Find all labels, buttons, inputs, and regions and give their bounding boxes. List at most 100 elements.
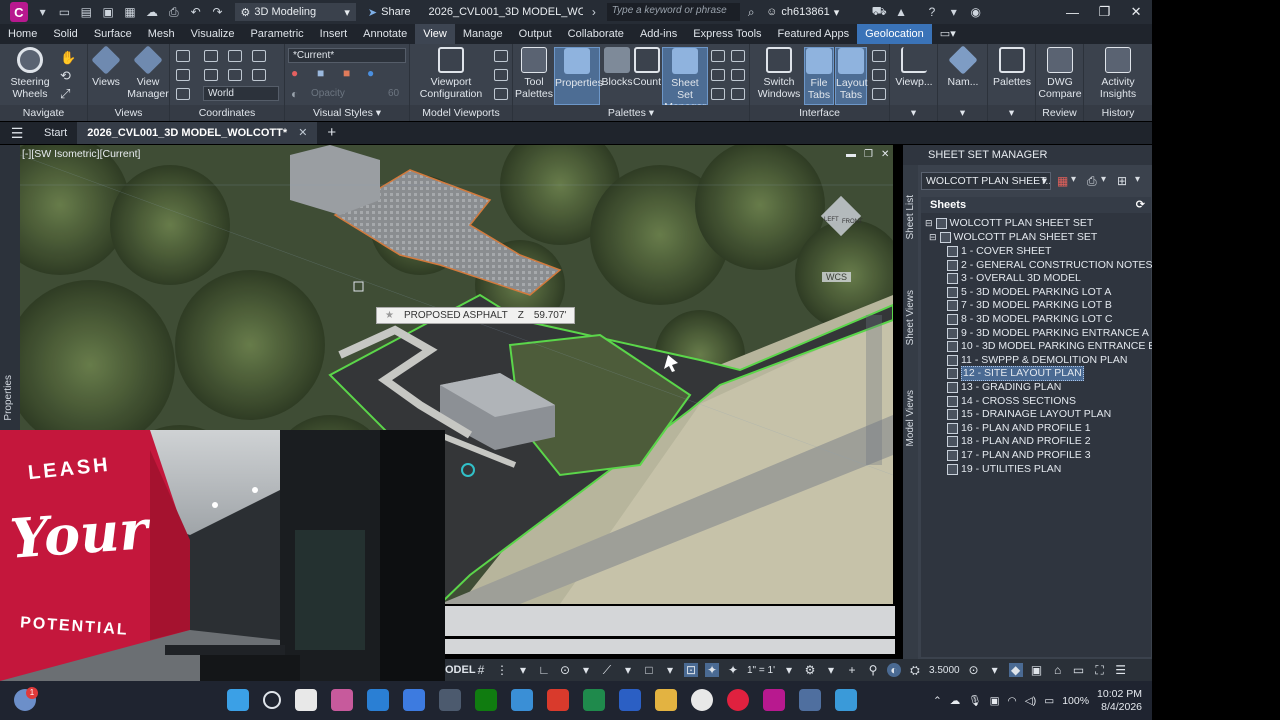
tile-vertical-icon[interactable] [872,69,886,81]
tab-view[interactable]: View [415,24,455,44]
viewpoint-button[interactable]: Viewp... [892,47,936,88]
meld-icon[interactable] [799,689,821,711]
calculator-icon[interactable] [711,88,725,100]
new-tab-button[interactable]: + [317,122,346,144]
tab-visualize[interactable]: Visualize [183,24,243,44]
properties-tab[interactable]: Properties [3,375,14,421]
layers-icon[interactable] [731,50,745,62]
views-button[interactable]: Views [90,45,122,88]
cascade-icon[interactable] [872,88,886,100]
home-icon[interactable]: ⌂ [1051,663,1065,677]
chevron-down-icon[interactable]: ▾ [663,663,677,677]
sheet-item[interactable]: 16 - PLAN AND PROFILE 1 [947,422,1091,435]
tab-add-ins[interactable]: Add-ins [632,24,685,44]
command-line-icon[interactable] [731,88,745,100]
named-viewports-icon[interactable] [494,50,508,62]
chevron-down-icon[interactable]: ▾ [621,663,635,677]
snap-icon[interactable]: ⋮ [495,663,509,677]
isodraft-icon[interactable]: ⟋ [600,663,614,677]
restore-viewports-icon[interactable] [494,88,508,100]
steering-wheels-button[interactable]: Steering Wheels [4,47,56,100]
collapse-icon[interactable]: ⊟ [925,217,933,230]
tab-model-views[interactable]: Model Views [905,390,916,447]
word-icon[interactable] [619,689,641,711]
sheet-item[interactable]: 15 - DRAINAGE LAYOUT PLAN [947,408,1111,421]
user-account[interactable]: ☺ ch613861 ▾ [766,6,839,19]
sheet-item[interactable]: 5 - 3D MODEL PARKING LOT A [947,286,1111,299]
tab-home[interactable]: Home [0,24,45,44]
command-line-input[interactable] [445,639,895,654]
blocks-button[interactable]: Blocks [601,47,633,88]
sheet-item[interactable]: 17 - PLAN AND PROFILE 3 [947,449,1091,462]
ucs-origin-icon[interactable] [204,50,218,62]
tab-mesh[interactable]: Mesh [140,24,183,44]
sheet-item[interactable]: 10 - 3D MODEL PARKING ENTRANCE B [947,340,1155,353]
grid-icon[interactable]: # [474,663,488,677]
collapse-icon[interactable]: ⊟ [929,231,937,244]
battery-icon[interactable]: ▭ [1044,695,1054,707]
tab-solid[interactable]: Solid [45,24,85,44]
volume-icon[interactable]: ◁) [1025,695,1037,707]
print-icon[interactable]: ⎙ [166,4,182,20]
pan-icon[interactable]: ✋ [60,50,76,66]
xbox-icon[interactable] [475,689,497,711]
chevron-down-icon[interactable]: ▾ [1101,174,1106,185]
clean-screen-icon[interactable]: ⛶ [1093,663,1107,677]
tab-manage[interactable]: Manage [455,24,511,44]
tool-palettes-button[interactable]: Tool Palettes [515,47,553,100]
units-icon[interactable]: ⛭ [908,663,922,677]
switch-windows-button[interactable]: Switch Windows [756,47,802,100]
help-icon[interactable]: ? [924,4,940,20]
layout-tabs-button[interactable]: Layout Tabs [835,47,868,105]
widgets-button[interactable]: 1 [14,687,38,713]
auto-scale-icon[interactable]: ✦ [726,663,740,677]
properties-strip[interactable]: Properties [0,145,20,430]
hardware-accel-icon[interactable]: ◐ [886,663,901,677]
orbit-icon[interactable]: ⟲ [60,68,71,84]
chevron-right-icon[interactable]: › [586,4,602,20]
sheet-item[interactable]: 1 - COVER SHEET [947,245,1051,258]
photos-icon[interactable] [511,689,533,711]
ucs-named-icon[interactable] [176,88,190,100]
app-logo-icon[interactable]: C [10,2,28,22]
viewport-configuration-button[interactable]: Viewport Configuration [416,47,486,100]
chevron-down-icon[interactable]: ▾ [35,4,51,20]
ribbon-minimize-toggle[interactable]: ▭▾ [932,24,964,44]
polar-icon[interactable]: ⊙ [558,663,572,677]
menu-icon[interactable]: ☰ [0,125,34,142]
snipping-tool-icon[interactable] [835,689,857,711]
ucs-z-icon[interactable] [204,69,218,81]
autocad-icon[interactable] [763,689,785,711]
assistant-icon[interactable]: ◉ [968,4,984,20]
world-dropdown[interactable]: World [203,86,279,101]
pdf-icon[interactable] [547,689,569,711]
count-button[interactable]: Count [633,47,661,88]
task-view-icon[interactable] [295,689,317,711]
ucs-icon[interactable] [176,50,190,62]
outlook-icon[interactable] [367,689,389,711]
ortho-icon[interactable]: ∟ [537,663,551,677]
ucs-x-icon[interactable] [252,50,266,62]
osnap-icon[interactable]: □ [642,663,656,677]
extents-icon[interactable]: ⤢ [60,86,70,102]
tab-geolocation[interactable]: Geolocation [857,24,932,44]
undo-icon[interactable]: ↶ [188,4,204,20]
display-icon[interactable]: ▣ [990,695,1000,707]
tab-parametric[interactable]: Parametric [242,24,311,44]
chevron-down-icon[interactable]: ▾ [824,663,838,677]
search-input[interactable]: Type a keyword or phrase [606,3,741,21]
cloud-icon[interactable]: ☁ [950,695,961,707]
isolate-icon[interactable]: ⚲ [866,663,880,677]
media-icon[interactable] [727,689,749,711]
add-icon[interactable]: + [845,663,859,677]
teams-icon[interactable] [331,689,353,711]
viewcube[interactable]: LEFT FRONT [818,195,864,239]
search-icon[interactable]: ⌕ [743,4,759,20]
visual-style-dropdown[interactable]: *Current* [288,48,406,63]
activity-insights-button[interactable]: Activity Insights [1086,47,1150,100]
material-icon[interactable]: ■ [343,66,350,80]
chevron-down-icon[interactable]: ▾ [1071,174,1076,185]
join-viewports-icon[interactable] [494,69,508,81]
palette-title[interactable]: SHEET SET MANAGER [903,145,1152,165]
shade-icon[interactable]: ■ [317,66,324,80]
